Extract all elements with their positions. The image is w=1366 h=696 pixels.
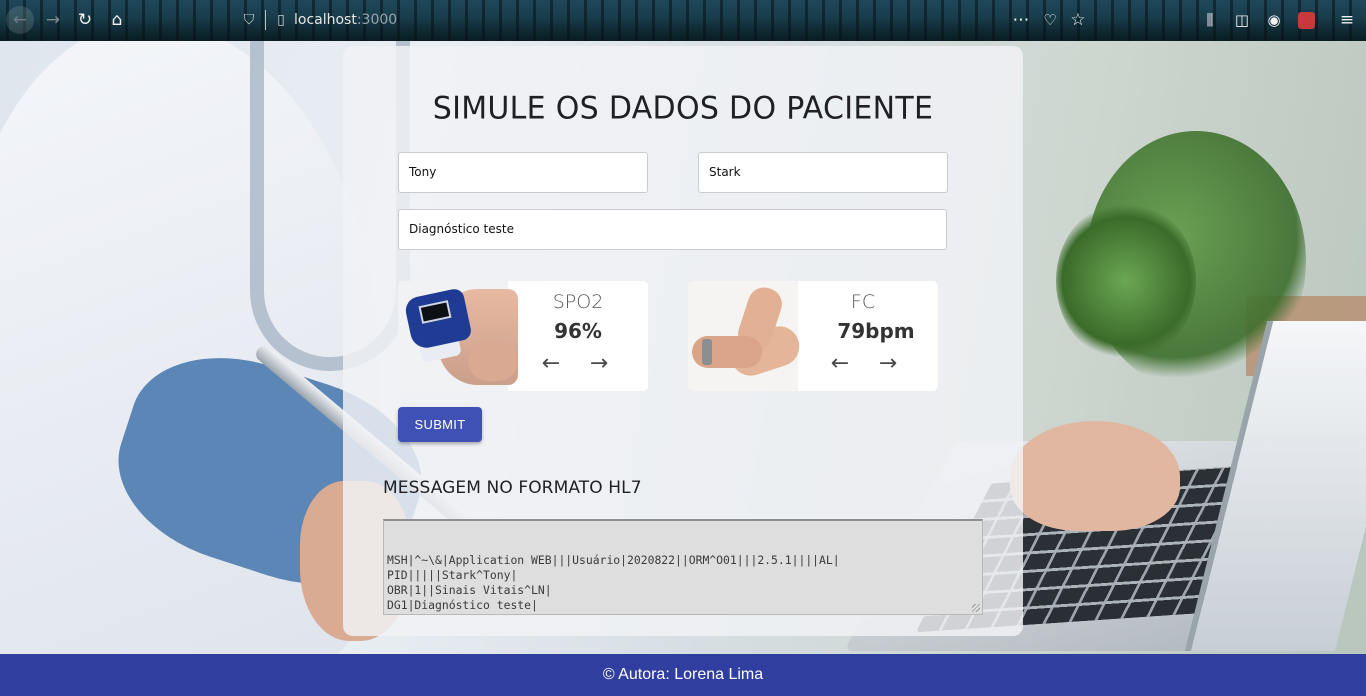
fc-increase-arrow-icon[interactable]: → [876, 351, 900, 376]
fc-label: FC [850, 291, 876, 313]
spo2-card: SPO2 96% ← → [398, 281, 648, 391]
url-port: :3000 [356, 12, 398, 28]
typing-hand [1010, 421, 1180, 531]
resize-handle-icon[interactable] [972, 604, 980, 612]
spo2-increase-arrow-icon[interactable]: → [587, 351, 611, 376]
footer: © Autora: Lorena Lima [0, 654, 1366, 696]
patient-form-card: SIMULE OS DADOS DO PACIENTE Tony Stark D… [343, 46, 1023, 636]
account-icon[interactable]: ◉ [1261, 7, 1287, 33]
url-separator [265, 10, 266, 30]
sidebar-icon[interactable]: ◫ [1229, 7, 1255, 33]
oximeter-image [398, 281, 518, 391]
fc-decrease-arrow-icon[interactable]: ← [828, 351, 852, 376]
url-bar[interactable]: localhost:3000 [294, 12, 397, 28]
url-host: localhost [294, 12, 357, 28]
hl7-section-title: MESSAGEM NO FORMATO HL7 [383, 478, 642, 498]
spo2-value: 96% [554, 319, 602, 343]
plant-leaves [1056, 201, 1196, 361]
spo2-label: SPO2 [552, 291, 604, 313]
hl7-message-textarea[interactable]: MSH|^~\&|Application WEB|||Usuário|20208… [383, 519, 983, 615]
star-icon[interactable]: ☆ [1065, 7, 1091, 33]
forward-icon[interactable]: → [40, 7, 66, 33]
last-name-field[interactable]: Stark [698, 152, 948, 193]
diagnosis-field[interactable]: Diagnóstico teste [398, 209, 947, 250]
menu-icon[interactable]: ≡ [1334, 7, 1360, 33]
pulse-check-image [688, 281, 805, 391]
reload-icon[interactable]: ↻ [72, 7, 98, 33]
fc-card: FC 79bpm ← → [688, 281, 938, 391]
home-icon[interactable]: ⌂ [104, 7, 130, 33]
back-icon[interactable]: ← [6, 6, 34, 34]
hl7-message-text: MSH|^~\&|Application WEB|||Usuário|20208… [387, 553, 840, 614]
library-icon[interactable]: ⫼ [1197, 7, 1223, 33]
page-title: SIMULE OS DADOS DO PACIENTE [432, 90, 934, 127]
more-icon[interactable]: ⋯ [1008, 7, 1034, 33]
shield-icon[interactable]: ⛉ [236, 7, 262, 33]
browser-toolbar: ← → ↻ ⌂ ⛉ ▯ localhost:3000 ⋯ ♡ ☆ ⫼ ◫ ◉ ≡ [0, 0, 1366, 41]
fc-value: 79bpm [837, 319, 915, 343]
pocket-icon[interactable]: ♡ [1037, 7, 1063, 33]
extension-icon[interactable] [1293, 7, 1319, 33]
first-name-field[interactable]: Tony [398, 152, 648, 193]
spo2-decrease-arrow-icon[interactable]: ← [539, 351, 563, 376]
submit-button[interactable]: SUBMIT [398, 407, 482, 442]
page-icon: ▯ [277, 12, 285, 28]
toolbar-background-image [0, 0, 1366, 41]
